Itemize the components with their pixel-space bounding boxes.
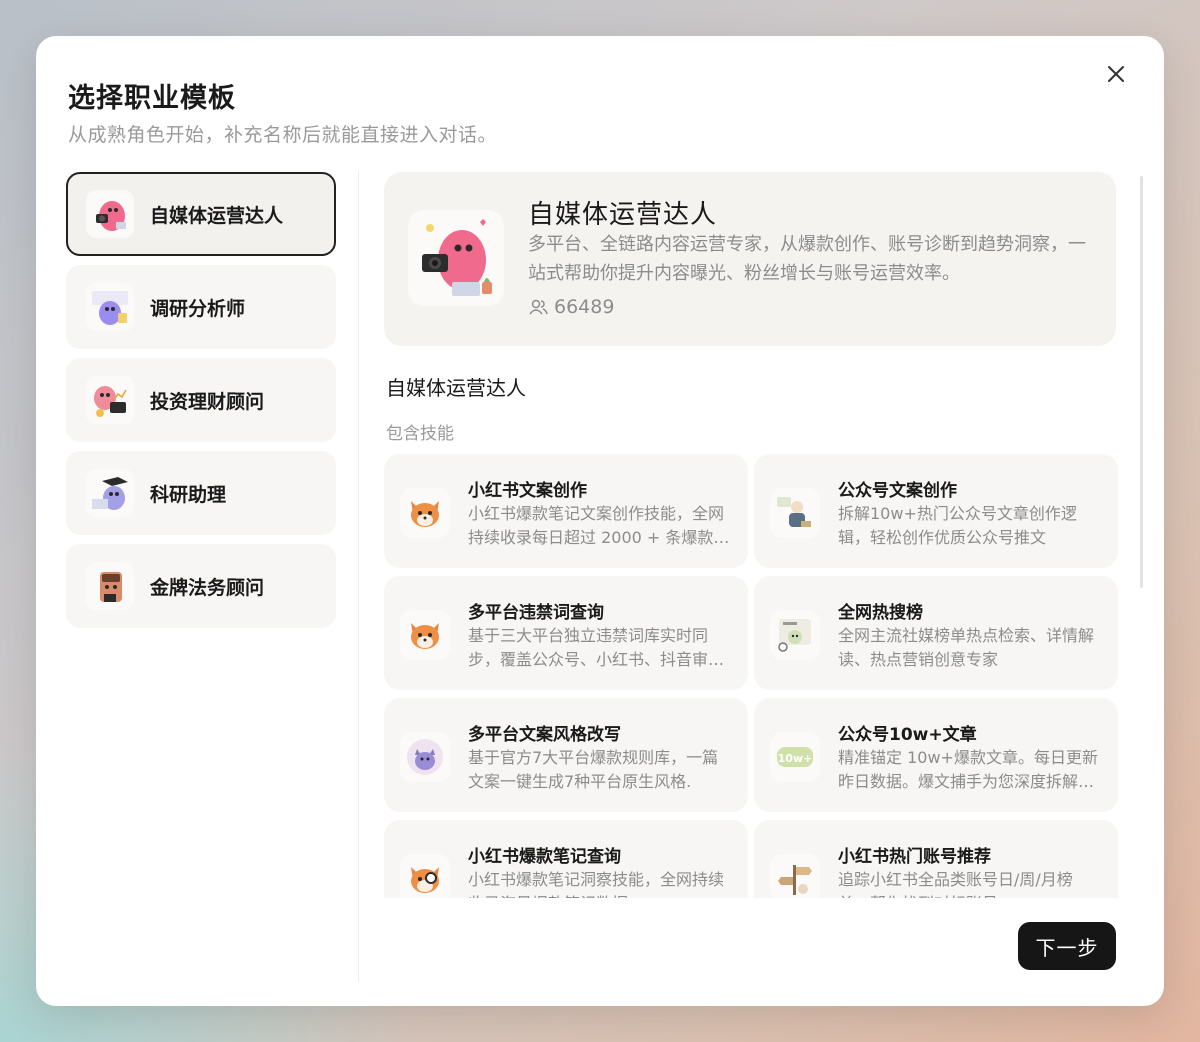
role-label: 自媒体运营达人 <box>150 204 284 227</box>
skill-name: 小红书文案创作 <box>468 481 587 501</box>
role-item-research-assistant[interactable]: 科研助理 <box>66 451 336 535</box>
modal-title: 选择职业模板 <box>68 83 236 114</box>
role-label: 金牌法务顾问 <box>150 576 265 599</box>
section-title: 自媒体运营达人 <box>386 376 526 400</box>
badge-text: 10w+ <box>778 752 813 765</box>
skill-card[interactable]: 全网热搜榜 全网主流社媒榜单热点检索、详情解读、热点营销创意专家 <box>754 576 1118 690</box>
role-label: 投资理财顾问 <box>150 390 265 413</box>
role-item-research-analyst[interactable]: 调研分析师 <box>66 265 336 349</box>
investment-advisor-avatar-icon <box>86 376 134 424</box>
role-item-media-operator[interactable]: 自媒体运营达人 <box>66 172 336 256</box>
skill-description: 精准锚定 10w+爆款文章。每日更新昨日数据。爆文捕手为您深度拆解爆款逻辑 <box>838 748 1098 791</box>
fox-icon <box>400 610 450 660</box>
skill-card[interactable]: 多平台违禁词查询 基于三大平台独立违禁词库实时同步，覆盖公众号、小红书、抖音审核… <box>384 576 748 690</box>
skill-name: 多平台违禁词查询 <box>468 603 604 623</box>
media-operator-illustration-icon <box>408 210 504 306</box>
hero-title: 自媒体运营达人 <box>528 200 718 230</box>
skill-description: 全网主流社媒榜单热点检索、详情解读、热点营销创意专家 <box>838 626 1095 669</box>
skill-card[interactable]: 小红书爆款笔记查询 小红书爆款笔记洞察技能，全网持续收录海量爆款笔记数据 <box>384 820 748 898</box>
research-analyst-avatar-icon <box>86 283 134 331</box>
badge-10w-icon: 10w+ <box>770 732 820 782</box>
close-button[interactable] <box>1104 62 1128 86</box>
content-scrollbar[interactable] <box>1140 176 1143 588</box>
template-modal: 选择职业模板 从成熟角色开始，补充名称后就能直接进入对话。 自媒体运营达人 调研… <box>36 36 1164 1006</box>
fox-icon <box>400 488 450 538</box>
user-count-value: 66489 <box>554 296 615 318</box>
skill-name: 全网热搜榜 <box>838 603 923 623</box>
role-list: 自媒体运营达人 调研分析师 投资理财顾问 科研助理 金牌法务顾问 <box>66 172 336 637</box>
role-hero-card: 自媒体运营达人 多平台、全链路内容运营专家，从爆款创作、账号诊断到趋势洞察，一站… <box>384 172 1116 346</box>
signpost-icon <box>770 854 820 898</box>
role-label: 调研分析师 <box>150 297 246 320</box>
modal-subtitle: 从成熟角色开始，补充名称后就能直接进入对话。 <box>68 124 498 146</box>
next-step-button[interactable]: 下一步 <box>1018 922 1116 970</box>
trend-icon <box>770 610 820 660</box>
role-label: 科研助理 <box>150 483 227 506</box>
skill-name: 小红书热门账号推荐 <box>838 847 991 867</box>
skill-name: 小红书爆款笔记查询 <box>468 847 621 867</box>
skill-description: 基于三大平台独立违禁词库实时同步，覆盖公众号、小红书、抖音审核规则 <box>468 626 725 669</box>
skill-description: 追踪小红书全品类账号日/周/月榜单，帮你找到对标账号 <box>838 870 1073 898</box>
media-operator-avatar-icon <box>86 190 134 238</box>
panel-divider <box>358 172 359 982</box>
skill-name: 公众号文案创作 <box>838 481 957 501</box>
writer-icon <box>770 488 820 538</box>
skill-card[interactable]: 多平台文案风格改写 基于官方7大平台爆款规则库，一篇文案一键生成7种平台原生风格… <box>384 698 748 812</box>
hero-description: 多平台、全链路内容运营专家，从爆款创作、账号诊断到趋势洞察，一站式帮助你提升内容… <box>528 234 1086 284</box>
legal-advisor-avatar-icon <box>86 562 134 610</box>
skill-description: 基于官方7大平台爆款规则库，一篇文案一键生成7种平台原生风格. <box>468 748 719 791</box>
skill-card[interactable]: 小红书文案创作 小红书爆款笔记文案创作技能，全网持续收录每日超过 2000 + … <box>384 454 748 568</box>
skill-card[interactable]: 公众号文案创作 拆解10w+热门公众号文章创作逻辑，轻松创作优质公众号推文 <box>754 454 1118 568</box>
hero-user-count: 66489 <box>528 296 614 318</box>
users-icon <box>529 299 548 315</box>
skills-grid: 小红书文案创作 小红书爆款笔记文案创作技能，全网持续收录每日超过 2000 + … <box>384 454 1118 898</box>
research-assistant-avatar-icon <box>86 469 134 517</box>
role-item-investment-advisor[interactable]: 投资理财顾问 <box>66 358 336 442</box>
skill-card[interactable]: 小红书热门账号推荐 追踪小红书全品类账号日/周/月榜单，帮你找到对标账号 <box>754 820 1118 898</box>
role-item-legal-advisor[interactable]: 金牌法务顾问 <box>66 544 336 628</box>
skill-description: 小红书爆款笔记洞察技能，全网持续收录海量爆款笔记数据 <box>468 870 725 898</box>
skills-label: 包含技能 <box>386 424 454 444</box>
cat-icon <box>400 732 450 782</box>
close-icon <box>1108 66 1124 82</box>
role-detail-panel: 自媒体运营达人 多平台、全链路内容运营专家，从爆款创作、账号诊断到趋势洞察，一站… <box>384 172 1118 898</box>
fox-magnifier-icon <box>400 854 450 898</box>
skill-description: 小红书爆款笔记文案创作技能，全网持续收录每日超过 2000 + 条爆款笔记 <box>468 504 730 547</box>
skill-name: 多平台文案风格改写 <box>468 725 621 745</box>
skill-description: 拆解10w+热门公众号文章创作逻辑，轻松创作优质公众号推文 <box>838 504 1077 547</box>
skill-name: 公众号10w+文章 <box>838 725 977 745</box>
skill-card[interactable]: 10w+ 公众号10w+文章 精准锚定 10w+爆款文章。每日更新昨日数据。爆文… <box>754 698 1118 812</box>
